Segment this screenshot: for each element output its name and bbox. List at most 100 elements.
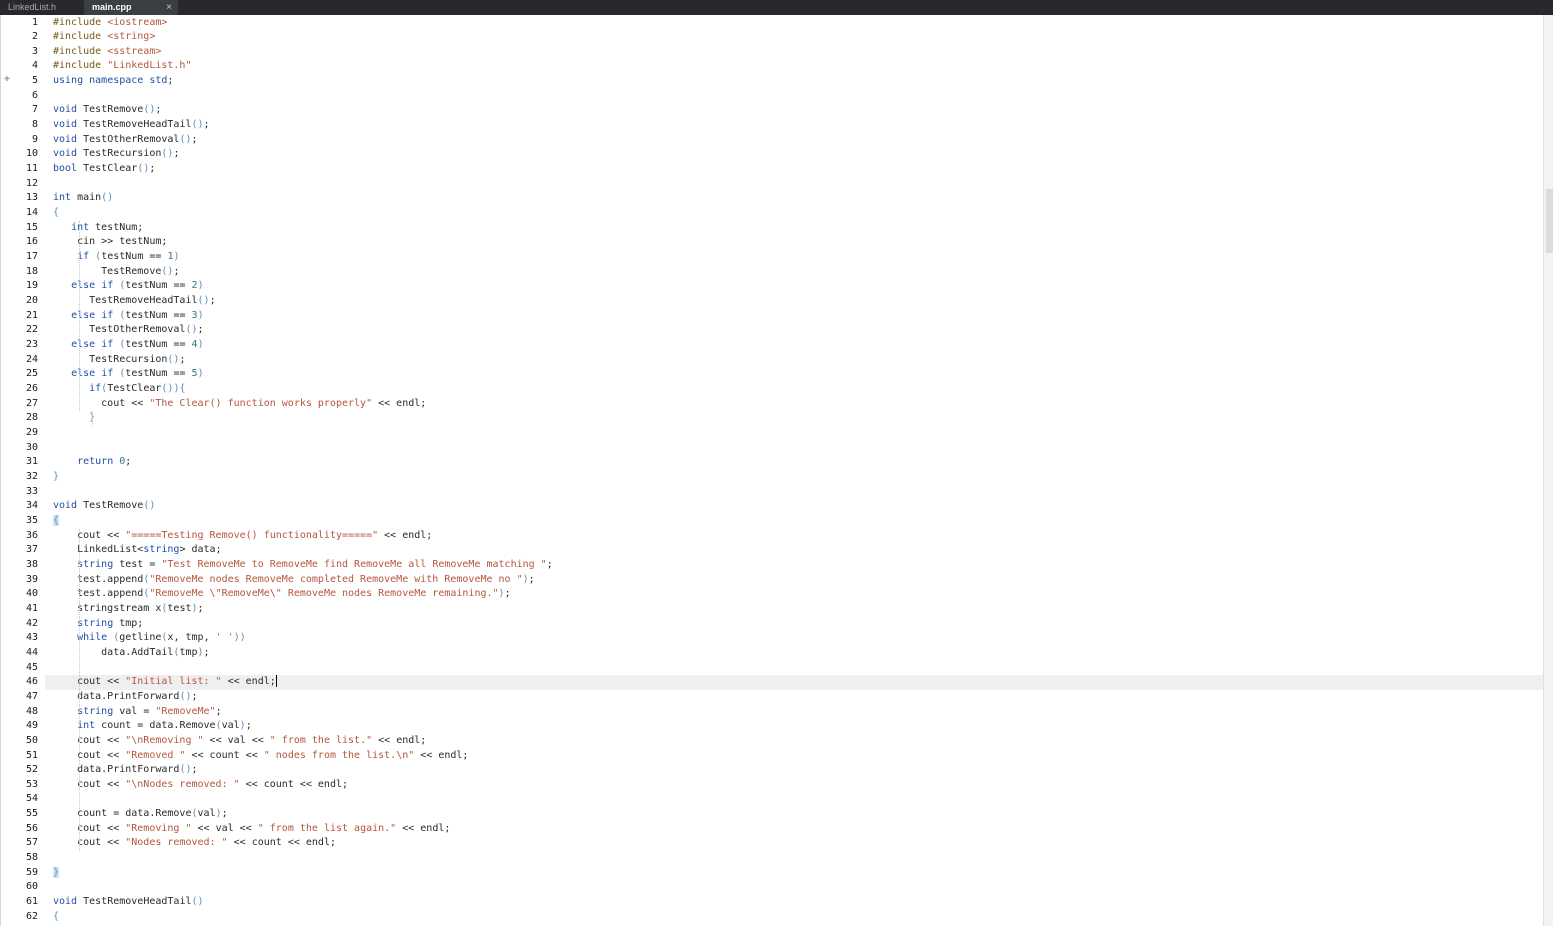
code-line[interactable]: int main() xyxy=(53,191,113,206)
code-line[interactable]: { xyxy=(53,206,59,221)
code-line[interactable]: void TestRecursion(); xyxy=(53,147,179,162)
code-area[interactable]: #include <iostream> #include <string> #inc… xyxy=(53,15,1533,926)
code-line[interactable]: cout << "\nNodes removed: " << count << … xyxy=(53,778,348,793)
code-line[interactable]: TestRemoveHeadTail(); xyxy=(53,294,215,309)
text-cursor xyxy=(275,675,277,688)
code-line[interactable]: using namespace std; xyxy=(53,74,173,89)
line-number: 27 xyxy=(25,397,38,409)
line-number: 37 xyxy=(25,544,38,556)
line-number: 50 xyxy=(25,734,38,746)
code-line[interactable]: cin >> testNum; xyxy=(53,235,167,250)
line-number: 16 xyxy=(25,236,38,248)
code-line[interactable]: string tmp; xyxy=(53,617,143,632)
line-number: 57 xyxy=(25,837,38,849)
code-line[interactable]: } xyxy=(53,866,60,881)
indent-guide xyxy=(79,220,81,412)
code-line[interactable]: void TestRemoveHeadTail(); xyxy=(53,118,210,133)
code-line[interactable]: bool TestClear(); xyxy=(53,162,155,177)
code-line[interactable]: TestRecursion(); xyxy=(53,353,185,368)
code-line[interactable]: else if (testNum == 4) xyxy=(53,338,204,353)
indent-guide xyxy=(92,411,94,426)
line-number: 14 xyxy=(25,207,38,219)
line-number: 12 xyxy=(25,177,38,189)
code-line[interactable]: return 0; xyxy=(53,455,131,470)
fold-plus-icon[interactable]: ✚ xyxy=(4,73,10,84)
code-line[interactable]: if(TestClear()){ xyxy=(53,382,185,397)
code-line[interactable]: cout << "=====Testing Remove() functiona… xyxy=(53,529,432,544)
tab-label: LinkedList.h xyxy=(8,2,57,12)
line-number-gutter: 1 2 3 4 5 6 7 8 9 10 11 12 13 14 15 16 17 18 19 20 21 22 23 24 2… xyxy=(1,15,45,926)
code-line[interactable]: } xyxy=(53,411,95,426)
line-number: 20 xyxy=(25,295,38,307)
code-line[interactable]: #include <sstream> xyxy=(53,45,161,60)
code-line[interactable]: { xyxy=(53,514,60,529)
code-line[interactable]: cout << "Removing " << val << " from the… xyxy=(53,822,450,837)
line-number: 13 xyxy=(25,192,38,204)
line-number: 61 xyxy=(25,896,38,908)
code-line[interactable]: #include <string> xyxy=(53,30,155,45)
line-number: 19 xyxy=(25,280,38,292)
line-number: 55 xyxy=(25,808,38,820)
code-line[interactable]: #include <iostream> xyxy=(53,16,167,31)
code-line[interactable]: void TestRemoveHeadTail() xyxy=(53,895,204,910)
line-number: 15 xyxy=(25,221,38,233)
code-editor[interactable]: 1 2 3 4 5 6 7 8 9 10 11 12 13 14 15 16 17 18 19 20 21 22 23 24 2… xyxy=(0,15,1553,926)
line-number: 26 xyxy=(25,383,38,394)
line-number: 8 xyxy=(31,119,38,131)
code-line[interactable]: #include "LinkedList.h" xyxy=(53,59,191,74)
code-line[interactable]: cout << "\nRemoving " << val << " from t… xyxy=(53,734,426,749)
code-line[interactable]: int testNum; xyxy=(53,221,143,236)
vertical-scrollbar[interactable] xyxy=(1543,15,1553,926)
code-line[interactable]: string test = "Test RemoveMe to RemoveMe… xyxy=(53,558,553,573)
code-line[interactable]: cout << "The Clear() function works prop… xyxy=(53,397,426,412)
code-line[interactable]: data.AddTail(tmp); xyxy=(53,646,209,661)
code-line[interactable]: test.append("RemoveMe \"RemoveMe\" Remov… xyxy=(53,587,511,602)
line-number: 46 xyxy=(25,676,38,688)
line-number: 60 xyxy=(25,881,38,893)
code-line[interactable]: cout << "Initial list: " << endl; xyxy=(53,675,277,690)
line-number: 54 xyxy=(25,793,38,805)
line-number: 6 xyxy=(31,89,38,101)
code-line[interactable]: cout << "Removed " << count << " nodes f… xyxy=(53,749,468,764)
line-number: 2 xyxy=(31,31,38,43)
code-line[interactable]: TestRemove(); xyxy=(53,265,179,280)
line-number: 10 xyxy=(25,148,38,160)
code-line[interactable]: cout << "Nodes removed: " << count << en… xyxy=(53,836,336,851)
line-number: 11 xyxy=(25,163,38,175)
code-line[interactable]: data.PrintForward(); xyxy=(53,763,197,778)
code-line[interactable]: TestOtherRemoval(); xyxy=(53,323,203,338)
code-line[interactable]: { xyxy=(53,910,59,925)
code-line[interactable]: int count = data.Remove(val); xyxy=(53,719,252,734)
code-line[interactable]: stringstream x(test); xyxy=(53,602,203,617)
code-line[interactable]: } xyxy=(53,470,59,485)
close-icon[interactable]: × xyxy=(166,0,172,15)
code-line[interactable]: else if (testNum == 5) xyxy=(53,367,204,382)
indent-guide xyxy=(79,528,81,852)
line-number: 28 xyxy=(25,412,38,424)
code-line[interactable]: data.PrintForward(); xyxy=(53,690,197,705)
line-number: 52 xyxy=(25,764,38,776)
line-number: 48 xyxy=(25,705,38,717)
line-number: 35 xyxy=(25,514,38,526)
tab-bar: LinkedList.h main.cpp × xyxy=(0,0,1553,15)
line-number: 51 xyxy=(25,749,38,761)
line-number: 4 xyxy=(31,60,38,72)
scrollbar-thumb[interactable] xyxy=(1546,189,1553,253)
line-number: 21 xyxy=(25,309,38,321)
code-line[interactable]: while (getline(x, tmp, ' ')) xyxy=(53,631,246,646)
code-line[interactable]: void TestOtherRemoval(); xyxy=(53,133,198,148)
line-number: 29 xyxy=(25,426,38,438)
code-line[interactable]: test.append("RemoveMe nodes RemoveMe com… xyxy=(53,573,535,588)
code-line[interactable]: if (testNum == 1) xyxy=(53,250,179,265)
code-line[interactable]: void TestRemove() xyxy=(53,499,155,514)
tab-main-cpp[interactable]: main.cpp × xyxy=(84,0,178,15)
line-number: 43 xyxy=(25,632,38,644)
code-line[interactable]: else if (testNum == 2) xyxy=(53,279,204,294)
line-number: 45 xyxy=(25,661,38,673)
tab-linkedlist-h[interactable]: LinkedList.h xyxy=(0,0,86,15)
code-line[interactable]: void TestRemove(); xyxy=(53,103,161,118)
code-line[interactable]: else if (testNum == 3) xyxy=(53,309,204,324)
line-number: 58 xyxy=(25,852,38,864)
line-number: 40 xyxy=(25,588,38,600)
line-number: 62 xyxy=(25,910,38,922)
